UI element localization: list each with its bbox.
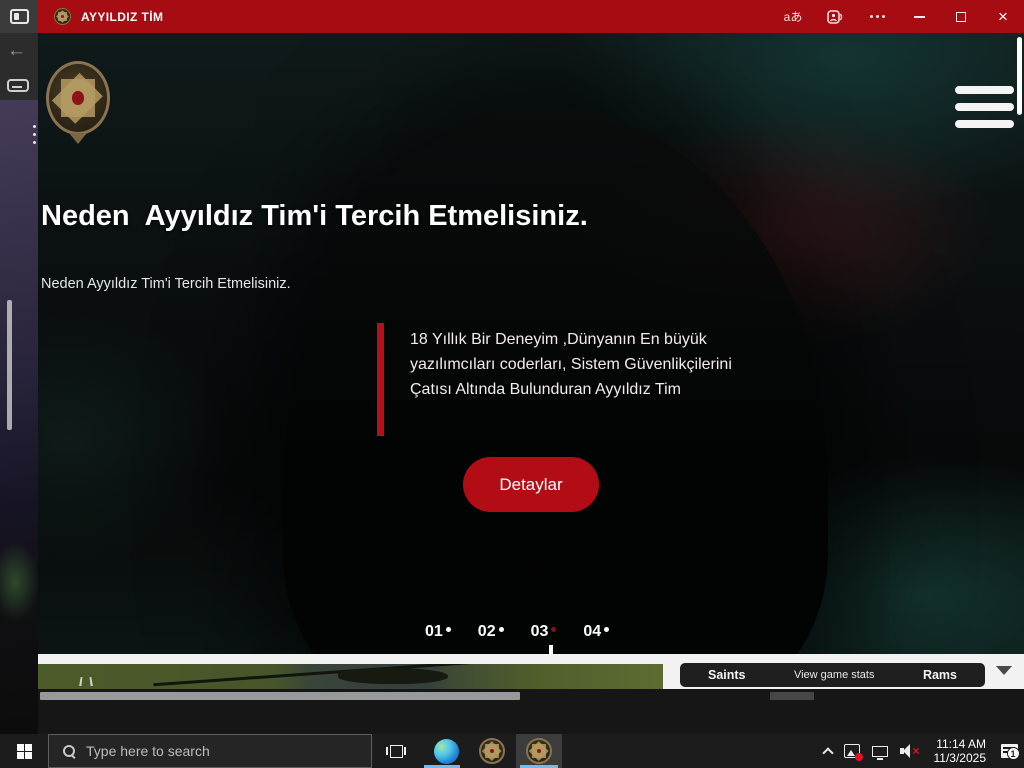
hamburger-menu-button[interactable] bbox=[955, 86, 1014, 137]
app-window: AYYILDIZ TİM aあ × Neden Ayyıldız Tim'i T… bbox=[38, 0, 1024, 734]
scrollbar-segment bbox=[770, 692, 814, 700]
edge-taskbar-button[interactable] bbox=[424, 734, 468, 768]
active-app-button[interactable] bbox=[516, 734, 562, 768]
desktop-wallpaper bbox=[0, 100, 38, 734]
more-options-button[interactable] bbox=[856, 0, 898, 33]
tab-switcher-button[interactable] bbox=[0, 0, 38, 33]
tray-network-button[interactable] bbox=[866, 734, 894, 768]
windows-logo-icon bbox=[16, 743, 32, 759]
quote-block: 18 Yıllık Bir Deneyim ,Dünyanın En büyük… bbox=[377, 323, 787, 436]
team-right-label: Rams bbox=[922, 668, 957, 682]
horizontal-scrollbar[interactable] bbox=[38, 689, 1024, 734]
eagle-emblem-icon bbox=[69, 133, 87, 144]
slide-dot-icon bbox=[498, 627, 504, 632]
read-aloud-icon bbox=[827, 9, 843, 24]
text-size-icon: aあ bbox=[783, 10, 803, 24]
page-content-strip: Saints View game stats Rams bbox=[38, 654, 1024, 689]
close-icon: × bbox=[998, 7, 1008, 26]
action-center-button[interactable]: 1 bbox=[994, 734, 1024, 768]
horizontal-scrollbar-thumb[interactable] bbox=[40, 692, 520, 700]
text-size-button[interactable]: aあ bbox=[772, 0, 814, 33]
ayyildiz-app-icon bbox=[526, 738, 552, 764]
close-button[interactable]: × bbox=[982, 0, 1024, 33]
volume-muted-icon: × bbox=[899, 744, 920, 758]
slide-pagination: 01 02 03 04 bbox=[425, 623, 610, 641]
chevron-up-icon bbox=[821, 747, 834, 759]
ayyildiz-app-icon bbox=[479, 738, 505, 764]
quote-text: 18 Yıllık Bir Deneyim ,Dünyanın En büyük… bbox=[410, 331, 732, 398]
app-logo-icon bbox=[54, 8, 71, 25]
taskbar-search[interactable] bbox=[48, 734, 372, 768]
page-subtitle: Neden Ayyıldız Tim'i Tercih Etmelisiniz. bbox=[41, 276, 291, 292]
vertical-scrollbar[interactable] bbox=[1017, 37, 1022, 115]
details-button[interactable]: Detaylar bbox=[463, 457, 599, 512]
hero-section: Neden Ayyıldız Tim'i Tercih Etmelisiniz.… bbox=[38, 33, 1024, 687]
slide-dot-icon bbox=[604, 627, 610, 632]
maximize-icon bbox=[956, 11, 966, 22]
page-title: Neden Ayyıldız Tim'i Tercih Etmelisiniz. bbox=[41, 200, 588, 232]
chevron-down-icon[interactable] bbox=[996, 666, 1012, 675]
goalpost-mark bbox=[79, 677, 93, 686]
taskbar-clock[interactable]: 11:14 AM 11/3/2025 bbox=[926, 737, 995, 765]
slide-dot-icon bbox=[445, 627, 451, 632]
team-left-label: Saints bbox=[708, 668, 746, 682]
tray-overflow-button[interactable] bbox=[818, 734, 838, 768]
tray-volume-button[interactable]: × bbox=[894, 734, 926, 768]
quote-accent-bar bbox=[377, 323, 384, 436]
pinned-app-button[interactable] bbox=[472, 734, 512, 768]
touch-keyboard-icon[interactable] bbox=[7, 79, 29, 92]
slide-indicator-2[interactable]: 02 bbox=[478, 623, 504, 641]
vertical-dots-menu-icon[interactable] bbox=[33, 125, 37, 149]
browser-rail: ← bbox=[0, 33, 38, 100]
slide-indicator-1[interactable]: 01 bbox=[425, 623, 451, 641]
maximize-button[interactable] bbox=[940, 0, 982, 33]
clock-time: 11:14 AM bbox=[936, 737, 986, 751]
search-input[interactable] bbox=[86, 743, 346, 759]
background-window-edge bbox=[7, 300, 12, 430]
ellipsis-icon bbox=[869, 15, 885, 18]
site-logo[interactable] bbox=[46, 61, 110, 144]
window-tab-icon bbox=[9, 9, 29, 24]
desktop-left-rail: ← bbox=[0, 0, 38, 734]
notification-icon: 1 bbox=[1000, 744, 1020, 760]
slide-indicator-4[interactable]: 04 bbox=[583, 623, 610, 641]
view-game-stats-link[interactable]: View game stats bbox=[794, 669, 875, 681]
slide-indicator-3-active[interactable]: 03 bbox=[531, 623, 557, 641]
slide-dot-icon bbox=[551, 627, 557, 632]
start-button[interactable] bbox=[0, 734, 48, 768]
search-icon bbox=[63, 744, 76, 758]
windows-taskbar: × 11:14 AM 11/3/2025 1 bbox=[0, 734, 1024, 768]
photos-notification-icon bbox=[843, 744, 863, 761]
minimize-icon bbox=[913, 15, 925, 18]
minimize-button[interactable] bbox=[898, 0, 940, 33]
system-tray: × 11:14 AM 11/3/2025 1 bbox=[818, 734, 1024, 768]
helicopter-silhouette bbox=[338, 668, 448, 684]
football-field-image bbox=[38, 664, 663, 689]
network-icon bbox=[871, 745, 888, 760]
notification-count-badge: 1 bbox=[1006, 747, 1020, 760]
back-icon[interactable]: ← bbox=[7, 41, 26, 60]
window-titlebar: AYYILDIZ TİM aあ × bbox=[38, 0, 1024, 33]
tray-photos-button[interactable] bbox=[838, 734, 866, 768]
window-title: AYYILDIZ TİM bbox=[81, 9, 164, 24]
clock-date: 11/3/2025 bbox=[933, 751, 987, 765]
edge-browser-icon bbox=[433, 738, 459, 764]
read-aloud-button[interactable] bbox=[814, 0, 856, 33]
task-view-icon bbox=[386, 744, 404, 758]
task-view-button[interactable] bbox=[376, 734, 416, 768]
sports-score-widget[interactable]: Saints View game stats Rams bbox=[680, 663, 985, 687]
